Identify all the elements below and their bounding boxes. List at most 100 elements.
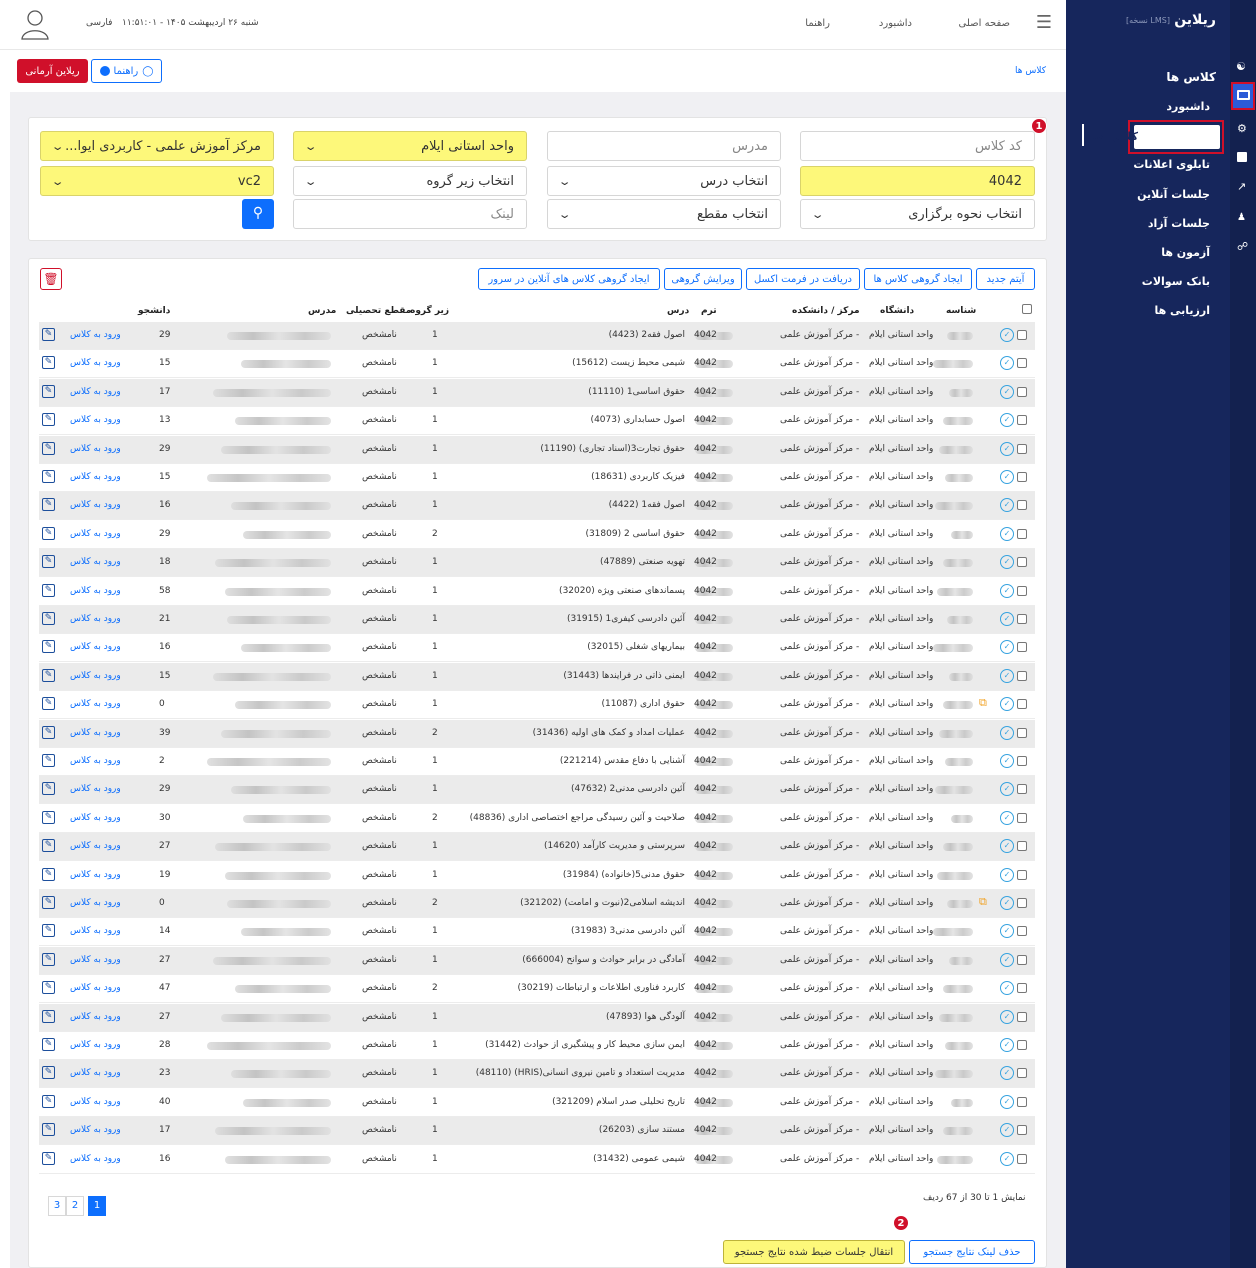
- sidebar-item-question-bank[interactable]: بانک سوالات: [1142, 275, 1210, 288]
- edit-icon[interactable]: ✎: [42, 1094, 55, 1108]
- edit-icon[interactable]: ✎: [42, 697, 55, 711]
- row-checkbox[interactable]: [1017, 869, 1027, 880]
- class-code-input[interactable]: کد کلاس: [800, 131, 1035, 161]
- chart-icon[interactable]: ↗: [1237, 180, 1246, 193]
- row-checkbox[interactable]: [1017, 898, 1027, 908]
- row-checkbox[interactable]: [1017, 784, 1027, 795]
- row-checkbox[interactable]: [1017, 1125, 1027, 1136]
- row-checkbox[interactable]: [1017, 386, 1027, 397]
- enter-class-link[interactable]: ورود به کلاس: [70, 699, 121, 709]
- row-checkbox[interactable]: [1017, 528, 1027, 539]
- enter-class-link[interactable]: ورود به کلاس: [70, 614, 121, 624]
- page-3[interactable]: 3: [48, 1196, 66, 1216]
- subgroup-select[interactable]: انتخاب زیر گروه ⌄: [293, 166, 527, 196]
- edit-icon[interactable]: ✎: [42, 668, 55, 682]
- page-2[interactable]: 2: [66, 1196, 84, 1216]
- row-checkbox[interactable]: [1017, 642, 1027, 653]
- edit-icon[interactable]: ✎: [42, 356, 55, 370]
- edit-icon[interactable]: ✎: [42, 328, 55, 341]
- edit-icon[interactable]: ✎: [42, 498, 55, 512]
- row-checkbox[interactable]: [1017, 1040, 1027, 1050]
- row-checkbox[interactable]: [1017, 472, 1027, 482]
- headset-icon[interactable]: ☍: [1237, 240, 1248, 253]
- enter-class-link[interactable]: ورود به کلاس: [70, 1154, 121, 1164]
- edit-icon[interactable]: ✎: [42, 413, 55, 427]
- remove-search-link-button[interactable]: حذف لینک نتایج جستجو: [909, 1240, 1035, 1264]
- enter-class-link[interactable]: ورود به کلاس: [70, 330, 121, 340]
- enter-class-link[interactable]: ورود به کلاس: [70, 387, 121, 397]
- edit-icon[interactable]: ✎: [42, 555, 55, 569]
- row-checkbox[interactable]: [1017, 670, 1027, 681]
- edit-icon[interactable]: ✎: [42, 526, 55, 540]
- enter-class-link[interactable]: ورود به کلاس: [70, 500, 121, 510]
- enter-class-link[interactable]: ورود به کلاس: [70, 529, 121, 539]
- row-checkbox[interactable]: [1017, 841, 1027, 852]
- vc-select[interactable]: vc2 ⌄: [40, 166, 274, 196]
- edit-icon[interactable]: ✎: [42, 725, 55, 739]
- enter-class-link[interactable]: ورود به کلاس: [70, 728, 121, 738]
- edit-icon[interactable]: ✎: [42, 1009, 55, 1023]
- edit-icon[interactable]: ✎: [42, 612, 55, 625]
- sidebar-item-evaluations[interactable]: ارزیابی ها: [1154, 304, 1210, 317]
- excel-export-button[interactable]: دریافت در فرمت اکسل: [746, 268, 860, 290]
- enter-class-link[interactable]: ورود به کلاس: [70, 472, 121, 482]
- edit-icon[interactable]: ✎: [42, 839, 55, 853]
- enter-class-link[interactable]: ورود به کلاس: [70, 955, 121, 965]
- sidebar-item-exams[interactable]: آزمون ها: [1161, 246, 1210, 259]
- link-input[interactable]: لینک: [293, 199, 527, 229]
- bulk-create-button[interactable]: ایجاد گروهی کلاس ها: [864, 268, 972, 290]
- external-link-icon[interactable]: ⧉: [979, 895, 987, 909]
- enter-class-link[interactable]: ورود به کلاس: [70, 926, 121, 936]
- sidebar-item-classes[interactable]: کلاس ها: [1092, 130, 1138, 143]
- edit-icon[interactable]: ✎: [42, 952, 55, 966]
- sidebar-item-free-sessions[interactable]: جلسات آزاد: [1148, 217, 1210, 230]
- bulk-online-create-button[interactable]: ایجاد گروهی کلاس های آنلاین در سرور: [478, 268, 660, 290]
- enter-class-link[interactable]: ورود به کلاس: [70, 898, 121, 908]
- enter-class-link[interactable]: ورود به کلاس: [70, 983, 121, 993]
- row-checkbox[interactable]: [1017, 983, 1027, 994]
- select-all-checkbox[interactable]: [1022, 304, 1032, 314]
- armani-button[interactable]: ریلاین آرمانی: [17, 59, 88, 83]
- edit-icon[interactable]: ✎: [42, 1038, 55, 1051]
- enter-class-link[interactable]: ورود به کلاس: [70, 1097, 121, 1107]
- edit-icon[interactable]: ✎: [42, 754, 55, 767]
- edit-icon[interactable]: ✎: [42, 867, 55, 881]
- row-checkbox[interactable]: [1017, 614, 1027, 624]
- row-checkbox[interactable]: [1017, 585, 1027, 596]
- row-checkbox[interactable]: [1017, 358, 1027, 369]
- row-checkbox[interactable]: [1017, 926, 1027, 937]
- level-select[interactable]: انتخاب مقطع ⌄: [547, 199, 781, 229]
- edit-icon[interactable]: ✎: [42, 924, 55, 938]
- language-selector[interactable]: فارسی: [86, 18, 112, 28]
- enter-class-link[interactable]: ورود به کلاس: [70, 1040, 121, 1050]
- enter-class-link[interactable]: ورود به کلاس: [70, 586, 121, 596]
- page-1[interactable]: 1: [88, 1196, 106, 1216]
- row-checkbox[interactable]: [1017, 1096, 1027, 1107]
- edit-icon[interactable]: ✎: [42, 384, 55, 398]
- board-icon[interactable]: [1237, 152, 1247, 162]
- enter-class-link[interactable]: ورود به کلاس: [70, 358, 121, 368]
- enter-class-link[interactable]: ورود به کلاس: [70, 1068, 121, 1078]
- avatar[interactable]: [20, 8, 50, 40]
- row-checkbox[interactable]: [1017, 330, 1027, 340]
- search-button[interactable]: ⚲: [242, 199, 274, 229]
- edit-icon[interactable]: ✎: [42, 1123, 55, 1137]
- term-input[interactable]: 4042: [800, 166, 1035, 196]
- edit-icon[interactable]: ✎: [42, 640, 55, 654]
- enter-class-link[interactable]: ورود به کلاس: [70, 784, 121, 794]
- enter-class-link[interactable]: ورود به کلاس: [70, 870, 121, 880]
- row-checkbox[interactable]: [1017, 557, 1027, 568]
- edit-icon[interactable]: ✎: [42, 896, 55, 909]
- teacher-input[interactable]: مدرس: [547, 131, 781, 161]
- edit-icon[interactable]: ✎: [42, 1066, 55, 1080]
- edit-icon[interactable]: ✎: [42, 1151, 55, 1165]
- enter-class-link[interactable]: ورود به کلاس: [70, 756, 121, 766]
- enter-class-link[interactable]: ورود به کلاس: [70, 415, 121, 425]
- center-select[interactable]: مرکز آموزش علمی - کاربردی ایوا... ⌄: [40, 131, 274, 161]
- edit-icon[interactable]: ✎: [42, 583, 55, 597]
- row-checkbox[interactable]: [1017, 1011, 1027, 1022]
- enter-class-link[interactable]: ورود به کلاس: [70, 841, 121, 851]
- nav-help[interactable]: راهنما: [805, 18, 830, 29]
- menu-icon[interactable]: ☰: [1036, 12, 1052, 33]
- enter-class-link[interactable]: ورود به کلاس: [70, 671, 121, 681]
